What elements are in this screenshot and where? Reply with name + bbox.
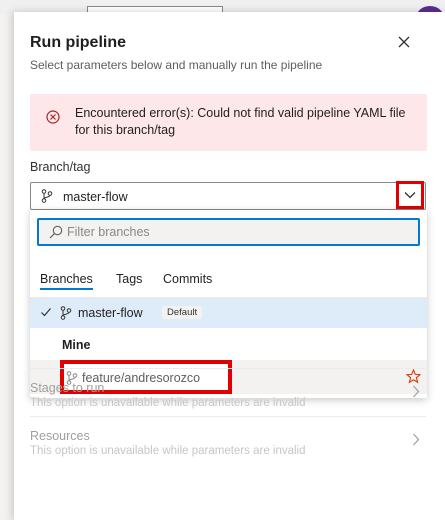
section-description: This option is unavailable while paramet… (30, 397, 306, 409)
error-message-bar: Encountered error(s): Could not find val… (30, 94, 427, 151)
default-badge: Default (162, 306, 203, 319)
tab-branches[interactable]: Branches (40, 272, 93, 290)
branch-option-selected[interactable]: master-flow Default (30, 298, 427, 328)
ref-type-tabs: Branches Tags Commits (30, 256, 427, 298)
panel-title: Run pipeline (30, 34, 126, 51)
close-icon (398, 36, 410, 48)
close-button[interactable] (394, 32, 414, 52)
section-title: Stages to run (30, 381, 105, 395)
branch-tag-select[interactable]: master-flow (30, 182, 426, 210)
panel-subtitle: Select parameters below and manually run… (30, 58, 323, 72)
error-icon (46, 110, 60, 124)
branch-icon (41, 189, 53, 203)
error-text: Encountered error(s): Could not find val… (75, 106, 406, 137)
branch-dropdown-toggle[interactable] (396, 181, 424, 209)
stages-to-run-section[interactable]: Stages to run This option is unavailable… (30, 368, 426, 414)
section-description: This option is unavailable while paramet… (30, 445, 306, 457)
branch-tag-value: master-flow (63, 190, 128, 204)
filter-branches-input[interactable] (67, 223, 412, 241)
branch-option-name: master-flow (78, 306, 143, 320)
tab-commits[interactable]: Commits (163, 272, 212, 286)
filter-branches-box[interactable] (37, 218, 420, 246)
chevron-down-icon (404, 192, 416, 199)
run-pipeline-panel: Run pipeline Select parameters below and… (14, 12, 445, 520)
checkmark-icon (41, 308, 51, 317)
section-title: Resources (30, 429, 90, 443)
chevron-right-icon (413, 433, 420, 446)
chevron-right-icon (413, 385, 420, 398)
branch-icon (60, 306, 72, 320)
search-icon (49, 225, 63, 239)
branch-tag-label: Branch/tag (30, 160, 91, 174)
resources-section[interactable]: Resources This option is unavailable whi… (30, 416, 426, 462)
tab-tags[interactable]: Tags (116, 272, 142, 286)
mine-section-header: Mine (62, 338, 91, 352)
